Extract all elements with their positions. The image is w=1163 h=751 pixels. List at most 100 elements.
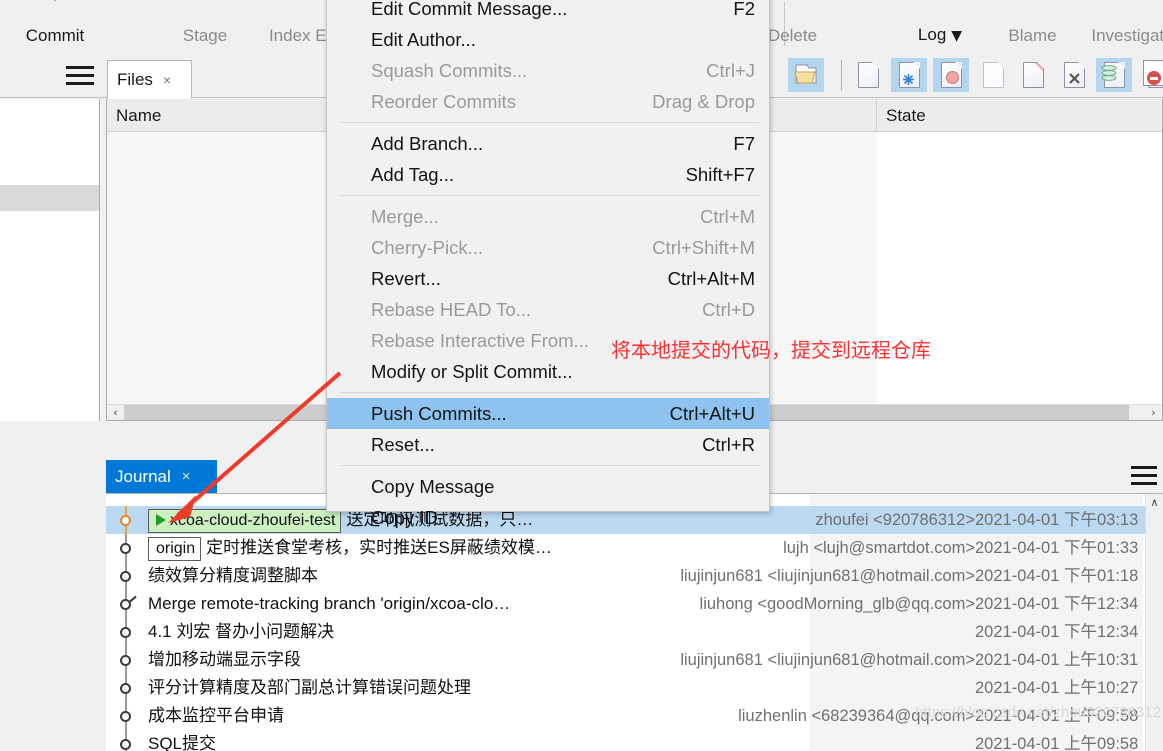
toolbar-button-blame[interactable]: Blame [985, 0, 1080, 48]
menu-item-reset[interactable]: Reset... Ctrl+R [327, 429, 769, 460]
deleted-file-icon[interactable] [1056, 58, 1092, 92]
menu-item-label: Rebase HEAD To... [371, 299, 532, 320]
branch-badge-label: origin [156, 539, 196, 557]
menu-separator [341, 392, 759, 393]
investigate-icon [1113, 0, 1153, 20]
commit-author: lujh <lujh@smartdot.com> [783, 539, 975, 557]
files-table-body-state-column[interactable] [877, 132, 1162, 404]
tab-files-label: Files [117, 70, 153, 89]
graph-node-icon [120, 683, 131, 694]
toolbar-button-investigate[interactable]: Investigate [1075, 0, 1163, 48]
open-folder-icon[interactable] [788, 58, 824, 92]
commit-row[interactable]: Merge remote-tracking branch 'origin/xco… [106, 590, 1163, 618]
menu-item-rebase-head-to: Rebase HEAD To... Ctrl+D [327, 294, 769, 325]
commit-row[interactable]: SQL提交 2021-04-01 上午09:58 [106, 730, 1163, 751]
menu-item-edit-author[interactable]: Edit Author... [327, 24, 769, 55]
stage-arrow-left-icon [185, 0, 225, 20]
menu-item-cherry-pick: Cherry-Pick... Ctrl+Shift+M [327, 232, 769, 263]
commit-message: 成本监控平台申请 [148, 702, 284, 730]
graph-node-icon [120, 571, 131, 582]
menu-item-shortcut: F7 [733, 133, 755, 154]
toolbar-button-stage-label: Stage [182, 26, 228, 45]
branch-badge-remote[interactable]: origin [148, 536, 202, 561]
commit-message: 评分计算精度及部门副总计算错误问题处理 [148, 674, 471, 702]
commit-context-menu[interactable]: Edit Commit Message... F2 Edit Author... Sq… [326, 0, 770, 528]
toolbar-button-blame-label: Blame [1008, 26, 1057, 45]
commit-message-text: 绩效算分精度调整脚本 [148, 566, 318, 585]
menu-item-copy-message[interactable]: Copy Message [327, 471, 769, 502]
menu-item-label: Copy Message [371, 476, 495, 497]
tab-journal-close-icon[interactable]: × [182, 468, 191, 485]
commit-graph-cell [106, 618, 146, 646]
commit-date: 2021-04-01 上午09:58 [975, 735, 1139, 751]
unchanged-file-icon[interactable] [975, 58, 1011, 92]
scroll-right-arrow-icon[interactable]: › [1145, 405, 1162, 420]
menu-item-label: Revert... [371, 268, 441, 289]
menu-item-add-branch[interactable]: Add Branch... F7 [327, 128, 769, 159]
menu-item-merge: Merge... Ctrl+M [327, 201, 769, 232]
menu-item-copy-id[interactable]: Copy ID [327, 502, 769, 533]
toolbar-button-log[interactable]: Log ▼ [880, 0, 1000, 48]
log-label-text: Log [917, 25, 947, 44]
graph-node-icon [120, 599, 131, 610]
toolbar-button-commit[interactable]: Commit [0, 0, 110, 48]
menu-item-push-commits[interactable]: Push Commits... Ctrl+Alt+U [327, 398, 769, 429]
commit-message: 4.1 刘宏 督办小问题解决 [148, 618, 334, 646]
menu-item-shortcut: Shift+F7 [685, 164, 755, 185]
column-header-state[interactable]: State [877, 99, 1163, 132]
chevron-down-icon[interactable]: ▼ [951, 28, 962, 44]
menu-separator [341, 465, 759, 466]
commit-row[interactable]: 绩效算分精度调整脚本 liujinjun681 <liujinjun681@hot… [106, 562, 1163, 590]
graph-node-icon [120, 655, 131, 666]
menu-item-label: Push Commits... [371, 403, 507, 424]
tab-journal[interactable]: Journal × [106, 460, 217, 493]
watermark-text: https://blog.csdn.net/zhou920786312 [915, 704, 1162, 721]
menu-item-shortcut: Drag & Drop [652, 91, 755, 112]
stacked-files-icon[interactable] [1096, 58, 1132, 92]
menu-separator [341, 195, 759, 196]
menu-item-label: Cherry-Pick... [371, 237, 484, 258]
menu-item-label: Edit Author... [371, 29, 476, 50]
commit-icon [35, 0, 75, 20]
graph-node-icon [120, 711, 131, 722]
scroll-up-arrow-icon[interactable]: ∧ [1146, 494, 1163, 511]
modified-file-icon[interactable] [1015, 58, 1051, 92]
commit-date: 2021-04-01 下午01:33 [975, 539, 1139, 557]
conflicted-file-icon[interactable] [933, 58, 969, 92]
new-file-icon[interactable] [850, 58, 886, 92]
commit-row[interactable]: 评分计算精度及部门副总计算错误问题处理 2021-04-01 上午10:27 [106, 674, 1163, 702]
menu-item-shortcut: Ctrl+Shift+M [652, 237, 755, 258]
hamburger-menu-icon[interactable] [66, 66, 94, 86]
commit-row[interactable]: 4.1 刘宏 督办小问题解决 2021-04-01 下午12:34 [106, 618, 1163, 646]
menu-item-add-tag[interactable]: Add Tag... Shift+F7 [327, 159, 769, 190]
left-side-panel[interactable] [0, 99, 100, 421]
menu-item-label: Add Branch... [371, 133, 484, 154]
menu-item-label: Reset... [371, 434, 435, 455]
toolbar-button-stage[interactable]: Stage [155, 0, 255, 48]
commit-row[interactable]: 增加移动端显示字段 liujinjun681 <liujinjun681@hotm… [106, 646, 1163, 674]
commit-graph-cell [106, 562, 146, 590]
branch-badge-local[interactable]: xcoa-cloud-zhoufei-test [148, 508, 342, 533]
menu-item-label: Copy ID [371, 507, 438, 528]
commit-date: 2021-04-01 上午10:31 [975, 651, 1139, 669]
menu-item-label: Merge... [371, 206, 439, 227]
commit-message: 增加移动端显示字段 [148, 646, 301, 674]
commit-author: liujinjun681 <liujinjun681@hotmail.com> [680, 567, 975, 585]
tab-files-close-icon[interactable]: × [163, 72, 171, 88]
menu-item-edit-commit-message[interactable]: Edit Commit Message... F2 [327, 0, 769, 24]
branch-badge-label: xcoa-cloud-zhoufei-test [170, 511, 336, 529]
commit-row[interactable]: origin 定时推送食堂考核，实时推送ES屏蔽绩效模… lujh <lujh@sm… [106, 534, 1163, 562]
journal-menu-icon[interactable] [1131, 466, 1157, 486]
graph-node-icon [120, 627, 131, 638]
new-changed-file-icon[interactable] [891, 58, 927, 92]
ignored-files-icon[interactable] [1138, 58, 1163, 92]
menu-item-shortcut: Ctrl+R [702, 434, 755, 455]
menu-item-revert[interactable]: Revert... Ctrl+Alt+M [327, 263, 769, 294]
left-panel-selected-row[interactable] [0, 185, 99, 211]
menu-item-label: Edit Commit Message... [371, 0, 568, 19]
scroll-left-arrow-icon[interactable]: ‹ [107, 405, 124, 420]
tab-files[interactable]: Files × [107, 60, 192, 100]
menu-item-shortcut: Ctrl+Alt+M [667, 268, 755, 289]
commit-message-text: 定时推送食堂考核，实时推送ES屏蔽绩效模… [206, 538, 552, 557]
commit-author: liujinjun681 <liujinjun681@hotmail.com> [680, 651, 975, 669]
